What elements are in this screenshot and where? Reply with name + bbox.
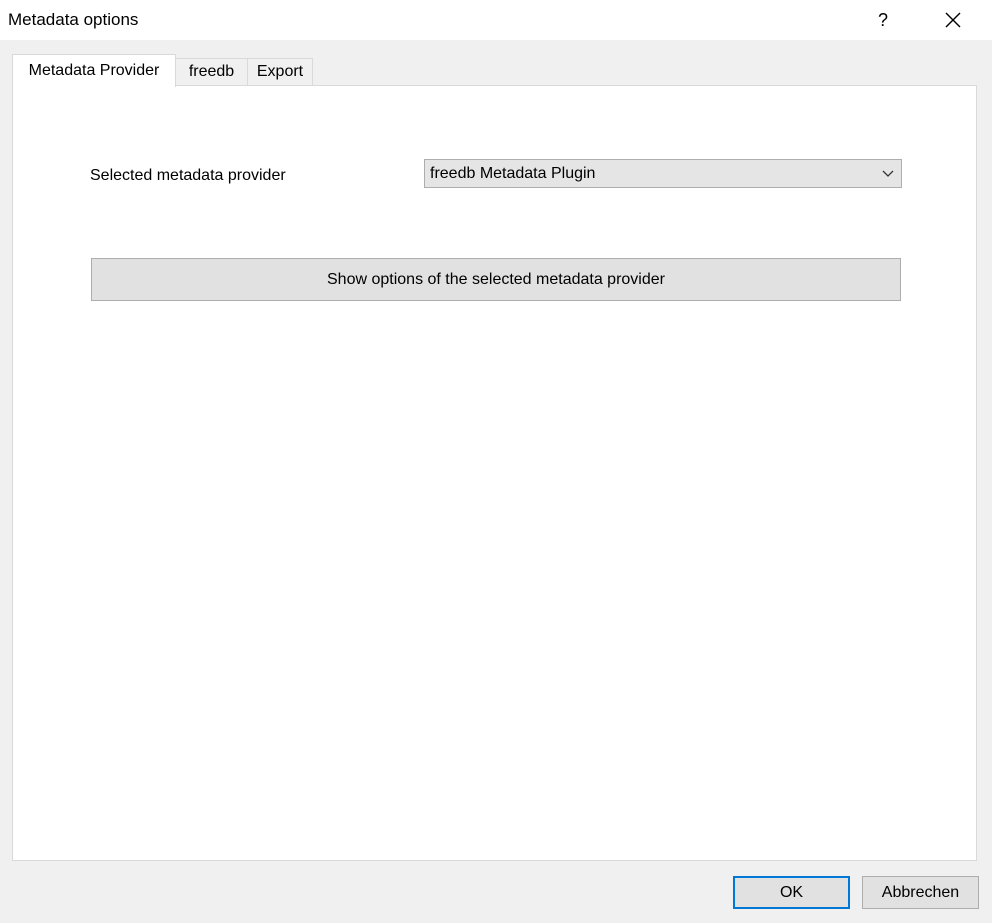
close-button[interactable]: [930, 0, 976, 40]
tab-freedb[interactable]: freedb: [175, 58, 248, 85]
tab-metadata-provider[interactable]: Metadata Provider: [12, 54, 176, 87]
window-title: Metadata options: [8, 10, 139, 29]
cancel-button[interactable]: Abbrechen: [862, 876, 979, 909]
chevron-down-icon: [882, 170, 894, 177]
show-provider-options-button[interactable]: Show options of the selected metadata pr…: [91, 258, 901, 301]
tab-panel-metadata-provider: [12, 85, 977, 861]
close-icon: [945, 12, 961, 28]
tab-export[interactable]: Export: [247, 58, 313, 85]
metadata-provider-select-value: freedb Metadata Plugin: [430, 165, 596, 182]
metadata-provider-select[interactable]: freedb Metadata Plugin: [424, 159, 902, 188]
selected-provider-label: Selected metadata provider: [90, 167, 286, 184]
help-button[interactable]: ?: [860, 0, 906, 40]
metadata-options-dialog: Metadata options ? Metadata Provider fre…: [0, 0, 992, 923]
ok-button[interactable]: OK: [733, 876, 850, 909]
title-bar: Metadata options ?: [0, 0, 992, 40]
